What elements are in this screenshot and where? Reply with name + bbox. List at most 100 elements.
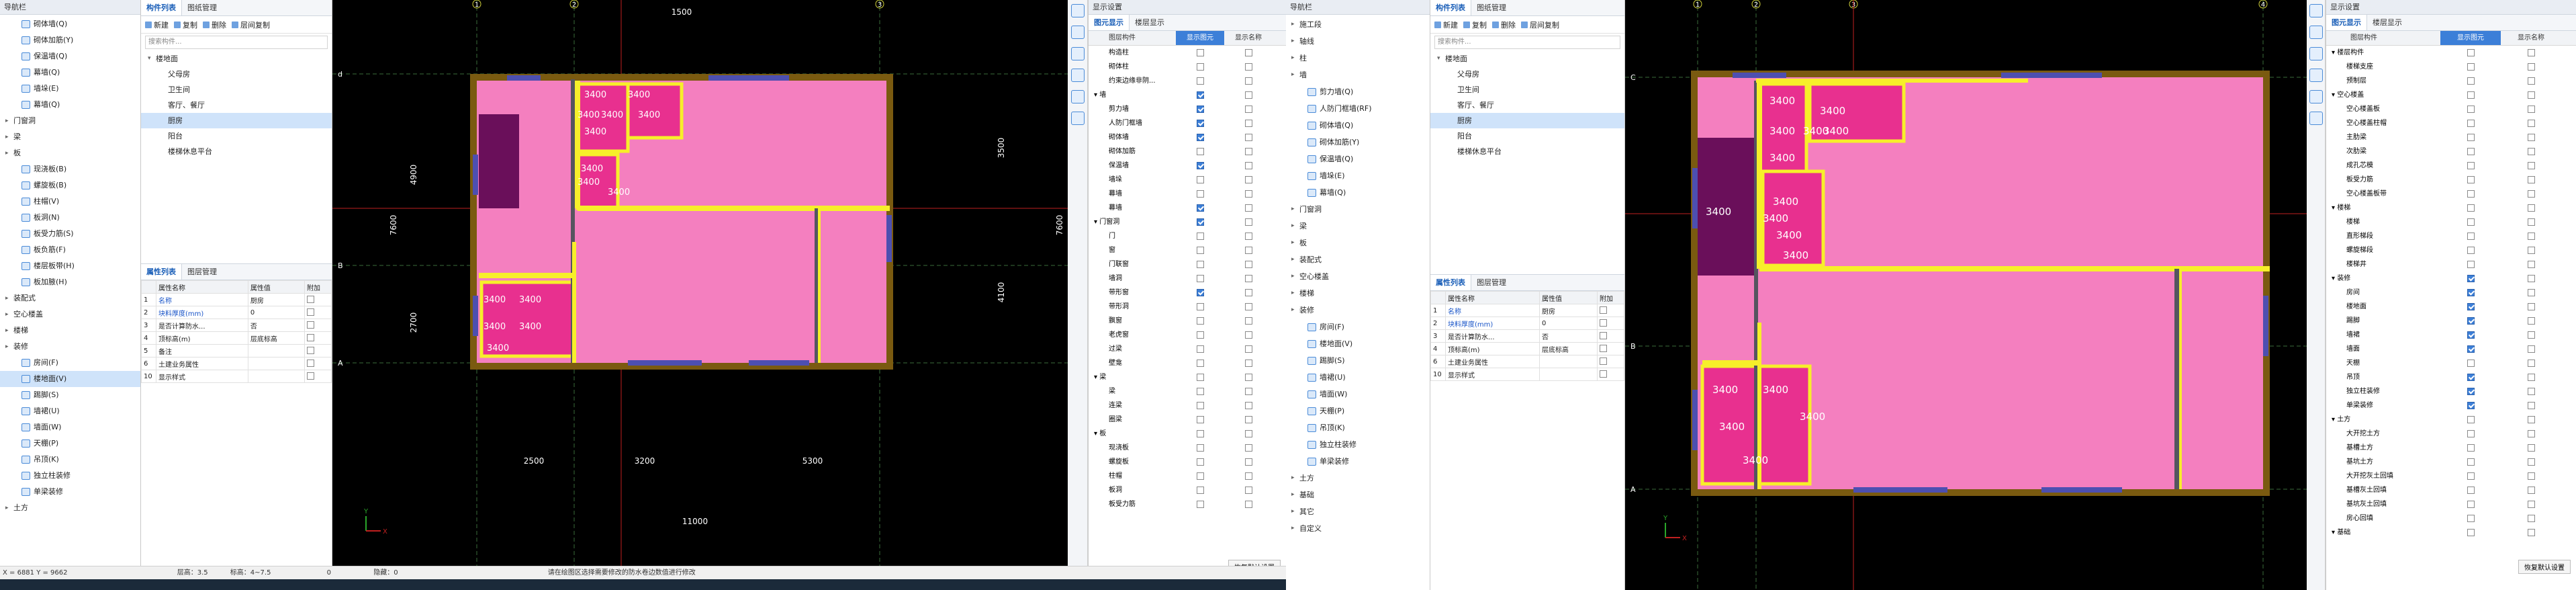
- tree-item[interactable]: 楼地面(V): [0, 371, 140, 387]
- show-name-checkbox[interactable]: [1244, 49, 1252, 56]
- show-name-checkbox[interactable]: [1244, 289, 1252, 296]
- prop-extra[interactable]: [1597, 304, 1624, 317]
- prop-extra[interactable]: [1597, 329, 1624, 343]
- display-row[interactable]: 成孔芯模: [2326, 159, 2576, 173]
- expand-icon[interactable]: ▸: [1291, 285, 1298, 302]
- expand-icon[interactable]: ▸: [1291, 201, 1298, 218]
- show-name-checkbox[interactable]: [1244, 472, 1252, 480]
- tab-element-display-2[interactable]: 图元显示: [2326, 15, 2367, 30]
- display-row[interactable]: 房心回填: [2326, 511, 2576, 525]
- show-element-checkbox[interactable]: [2467, 388, 2475, 395]
- show-element-checkbox[interactable]: [2467, 501, 2475, 508]
- table-row[interactable]: 10 显示样式: [141, 370, 332, 383]
- tree-item[interactable]: 踢脚(S): [1286, 352, 1430, 369]
- display-row[interactable]: 螺旋板: [1089, 455, 1286, 469]
- show-name-checkbox[interactable]: [1244, 63, 1252, 71]
- checkbox[interactable]: [307, 334, 314, 342]
- prop-extra[interactable]: [304, 306, 332, 319]
- show-element-checkbox[interactable]: [1196, 402, 1204, 409]
- display-row[interactable]: 单梁装修: [2326, 398, 2576, 413]
- show-element-checkbox[interactable]: [2467, 402, 2475, 409]
- tree-item[interactable]: 房间(F): [1286, 319, 1430, 335]
- show-name-checkbox[interactable]: [2527, 487, 2535, 494]
- tree-item[interactable]: 剪力墙(Q): [1286, 83, 1430, 100]
- checkbox[interactable]: [1600, 357, 1607, 366]
- show-name-checkbox[interactable]: [1244, 176, 1252, 183]
- show-name-checkbox[interactable]: [2527, 106, 2535, 113]
- list-item[interactable]: 楼梯休息平台: [1430, 144, 1624, 159]
- show-element-checkbox[interactable]: [2467, 303, 2475, 310]
- tree-item[interactable]: 幕墙(Q): [1286, 184, 1430, 201]
- settings-icon[interactable]: [1070, 112, 1085, 125]
- rotate-icon-2[interactable]: [2309, 69, 2323, 82]
- tree-item[interactable]: ▸ 装配式: [0, 290, 140, 306]
- prop-value[interactable]: 厨房: [247, 293, 306, 306]
- list-item[interactable]: 父母房: [141, 67, 332, 82]
- prop-value[interactable]: 否: [247, 319, 306, 332]
- show-name-checkbox[interactable]: [2527, 190, 2535, 198]
- show-element-checkbox[interactable]: [2467, 472, 2475, 480]
- tree-item[interactable]: ▸ 土方: [0, 500, 140, 516]
- display-row[interactable]: 老虎窗: [1089, 328, 1286, 342]
- display-row[interactable]: 螺旋梯段: [2326, 243, 2576, 257]
- display-row[interactable]: ▾ 梁: [1089, 370, 1286, 384]
- expand-icon[interactable]: ▸: [1291, 33, 1298, 50]
- show-name-checkbox[interactable]: [2527, 77, 2535, 85]
- display-row[interactable]: 砌体加筋: [1089, 144, 1286, 159]
- tree-item[interactable]: ▸ 土方: [1286, 470, 1430, 487]
- tree-item[interactable]: 螺旋板(B): [0, 177, 140, 194]
- list-item[interactable]: 阳台: [1430, 128, 1624, 144]
- cube-icon[interactable]: [1070, 47, 1085, 60]
- display-row[interactable]: 人防门框墙: [1089, 116, 1286, 130]
- table-row[interactable]: 1 名称 厨房: [1430, 304, 1624, 317]
- tree-item[interactable]: ▸ 楼梯: [0, 323, 140, 339]
- display-row[interactable]: 直形梯段: [2326, 229, 2576, 243]
- tab-component-list[interactable]: 构件列表: [141, 0, 182, 15]
- show-element-checkbox[interactable]: [1196, 49, 1204, 56]
- table-row[interactable]: 6 土建业务属性: [1430, 355, 1624, 368]
- prop-value[interactable]: 层底标高: [1539, 342, 1598, 355]
- display-row[interactable]: 次肋梁: [2326, 144, 2576, 159]
- show-element-checkbox[interactable]: [1196, 176, 1204, 183]
- search-input-2[interactable]: 搜索构件...: [1434, 36, 1620, 49]
- display-row[interactable]: 空心楼盖板: [2326, 102, 2576, 116]
- show-name-checkbox[interactable]: [1244, 275, 1252, 282]
- checkbox[interactable]: [307, 372, 314, 380]
- tree-item[interactable]: 墙面(W): [1286, 386, 1430, 403]
- show-name-checkbox[interactable]: [1244, 303, 1252, 310]
- tree-item[interactable]: ▸ 空心楼盖: [0, 306, 140, 323]
- show-element-checkbox[interactable]: [2467, 218, 2475, 226]
- tree-item[interactable]: 板洞(N): [0, 210, 140, 226]
- expand-icon[interactable]: ▸: [1291, 503, 1298, 520]
- show-name-checkbox[interactable]: [1244, 317, 1252, 325]
- prop-extra[interactable]: [304, 293, 332, 306]
- checkbox[interactable]: [1600, 332, 1607, 340]
- expand-icon[interactable]: ▸: [5, 500, 12, 516]
- show-element-checkbox[interactable]: [1196, 317, 1204, 325]
- show-element-checkbox[interactable]: [1196, 360, 1204, 367]
- expand-icon[interactable]: ▸: [5, 129, 12, 145]
- display-row[interactable]: 房间: [2326, 286, 2576, 300]
- expand-icon[interactable]: ▸: [5, 290, 12, 306]
- floor-plan-drawing[interactable]: 1 2 3dBA3400 34003400 3400 340034003400340034…: [332, 0, 1088, 566]
- prop-extra[interactable]: [1597, 368, 1624, 381]
- table-row[interactable]: 5 备注: [141, 344, 332, 357]
- show-name-checkbox[interactable]: [1244, 148, 1252, 155]
- tab-layers-2[interactable]: 图层管理: [1471, 275, 1512, 290]
- tree-item[interactable]: ▸ 装修: [0, 339, 140, 355]
- show-name-checkbox[interactable]: [1244, 120, 1252, 127]
- tree-item[interactable]: 墙垛(E): [0, 81, 140, 97]
- show-element-checkbox[interactable]: [2467, 176, 2475, 183]
- display-row[interactable]: 基坑土方: [2326, 455, 2576, 469]
- display-row[interactable]: 主肋梁: [2326, 130, 2576, 144]
- show-name-checkbox[interactable]: [2527, 303, 2535, 310]
- tab-floor-display[interactable]: 楼层显示: [1130, 15, 1170, 30]
- show-element-checkbox[interactable]: [2467, 529, 2475, 536]
- expand-icon[interactable]: ▸: [1291, 302, 1298, 319]
- show-element-checkbox[interactable]: [1196, 162, 1204, 169]
- expand-icon[interactable]: ▸: [5, 306, 12, 323]
- list-item[interactable]: 卫生间: [1430, 82, 1624, 97]
- tree-item[interactable]: ▸ 装修: [1286, 302, 1430, 319]
- display-row[interactable]: 幕墙: [1089, 201, 1286, 215]
- tree-item[interactable]: 踢脚(S): [0, 387, 140, 403]
